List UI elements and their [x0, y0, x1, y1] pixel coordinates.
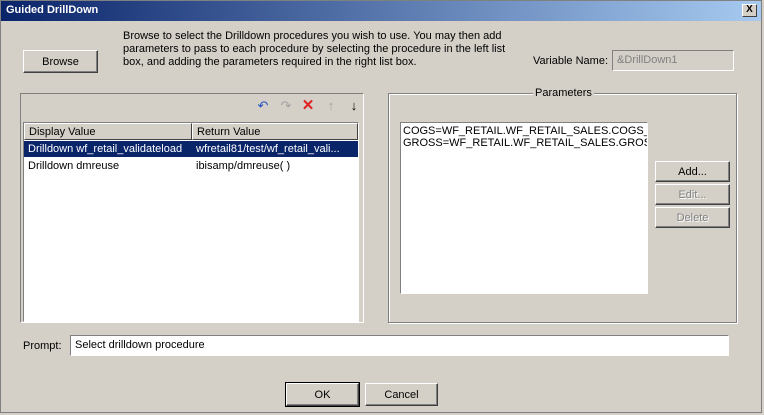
delete-icon[interactable]: ✕: [300, 98, 316, 114]
add-parameter-button[interactable]: Add...: [655, 161, 730, 182]
window-title: Guided DrillDown: [6, 4, 99, 16]
cancel-button[interactable]: Cancel: [365, 383, 438, 406]
column-header-return-value[interactable]: Return Value: [192, 123, 358, 140]
prompt-field[interactable]: Select drilldown procedure: [70, 335, 729, 356]
move-up-icon[interactable]: ↑: [323, 98, 339, 114]
variable-name-label: Variable Name:: [533, 55, 608, 67]
title-bar: Guided DrillDown X: [1, 1, 761, 21]
delete-parameter-button[interactable]: Delete: [655, 207, 730, 228]
row-display-value: Drilldown dmreuse: [28, 160, 120, 172]
move-down-icon[interactable]: ↓: [346, 98, 362, 114]
parameter-item[interactable]: COGS=WF_RETAIL.WF_RETAIL_SALES.COGS_US: [401, 125, 647, 137]
parameters-list[interactable]: COGS=WF_RETAIL.WF_RETAIL_SALES.COGS_US G…: [400, 122, 648, 294]
procedures-table[interactable]: Display Value Return Value Drilldown wf_…: [23, 122, 359, 322]
redo-icon[interactable]: ↷: [278, 98, 294, 114]
instructions-text: Browse to select the Drilldown procedure…: [123, 30, 506, 68]
row-display-value: Drilldown wf_retail_validateload: [28, 143, 183, 155]
close-button[interactable]: X: [742, 4, 757, 17]
parameter-item[interactable]: GROSS=WF_RETAIL.WF_RETAIL_SALES.GROSS_F: [401, 137, 647, 149]
table-row[interactable]: Drilldown dmreuse ibisamp/dmreuse( ): [24, 158, 358, 174]
row-return-value: wfretail81/test/wf_retail_vali...: [196, 143, 340, 155]
edit-parameter-button[interactable]: Edit...: [655, 184, 730, 205]
ok-button[interactable]: OK: [285, 382, 360, 407]
variable-name-field[interactable]: &DrillDown1: [612, 50, 734, 71]
prompt-label: Prompt:: [23, 340, 62, 352]
row-return-value: ibisamp/dmreuse( ): [196, 160, 291, 172]
parameters-title: Parameters: [533, 87, 594, 99]
guided-drilldown-dialog: Guided DrillDown X Browse Browse to sele…: [0, 0, 762, 413]
column-header-display-value[interactable]: Display Value: [24, 123, 192, 140]
browse-button[interactable]: Browse: [23, 50, 98, 73]
undo-icon[interactable]: ↶: [255, 98, 271, 114]
table-row[interactable]: Drilldown wf_retail_validateload wfretai…: [24, 141, 358, 157]
